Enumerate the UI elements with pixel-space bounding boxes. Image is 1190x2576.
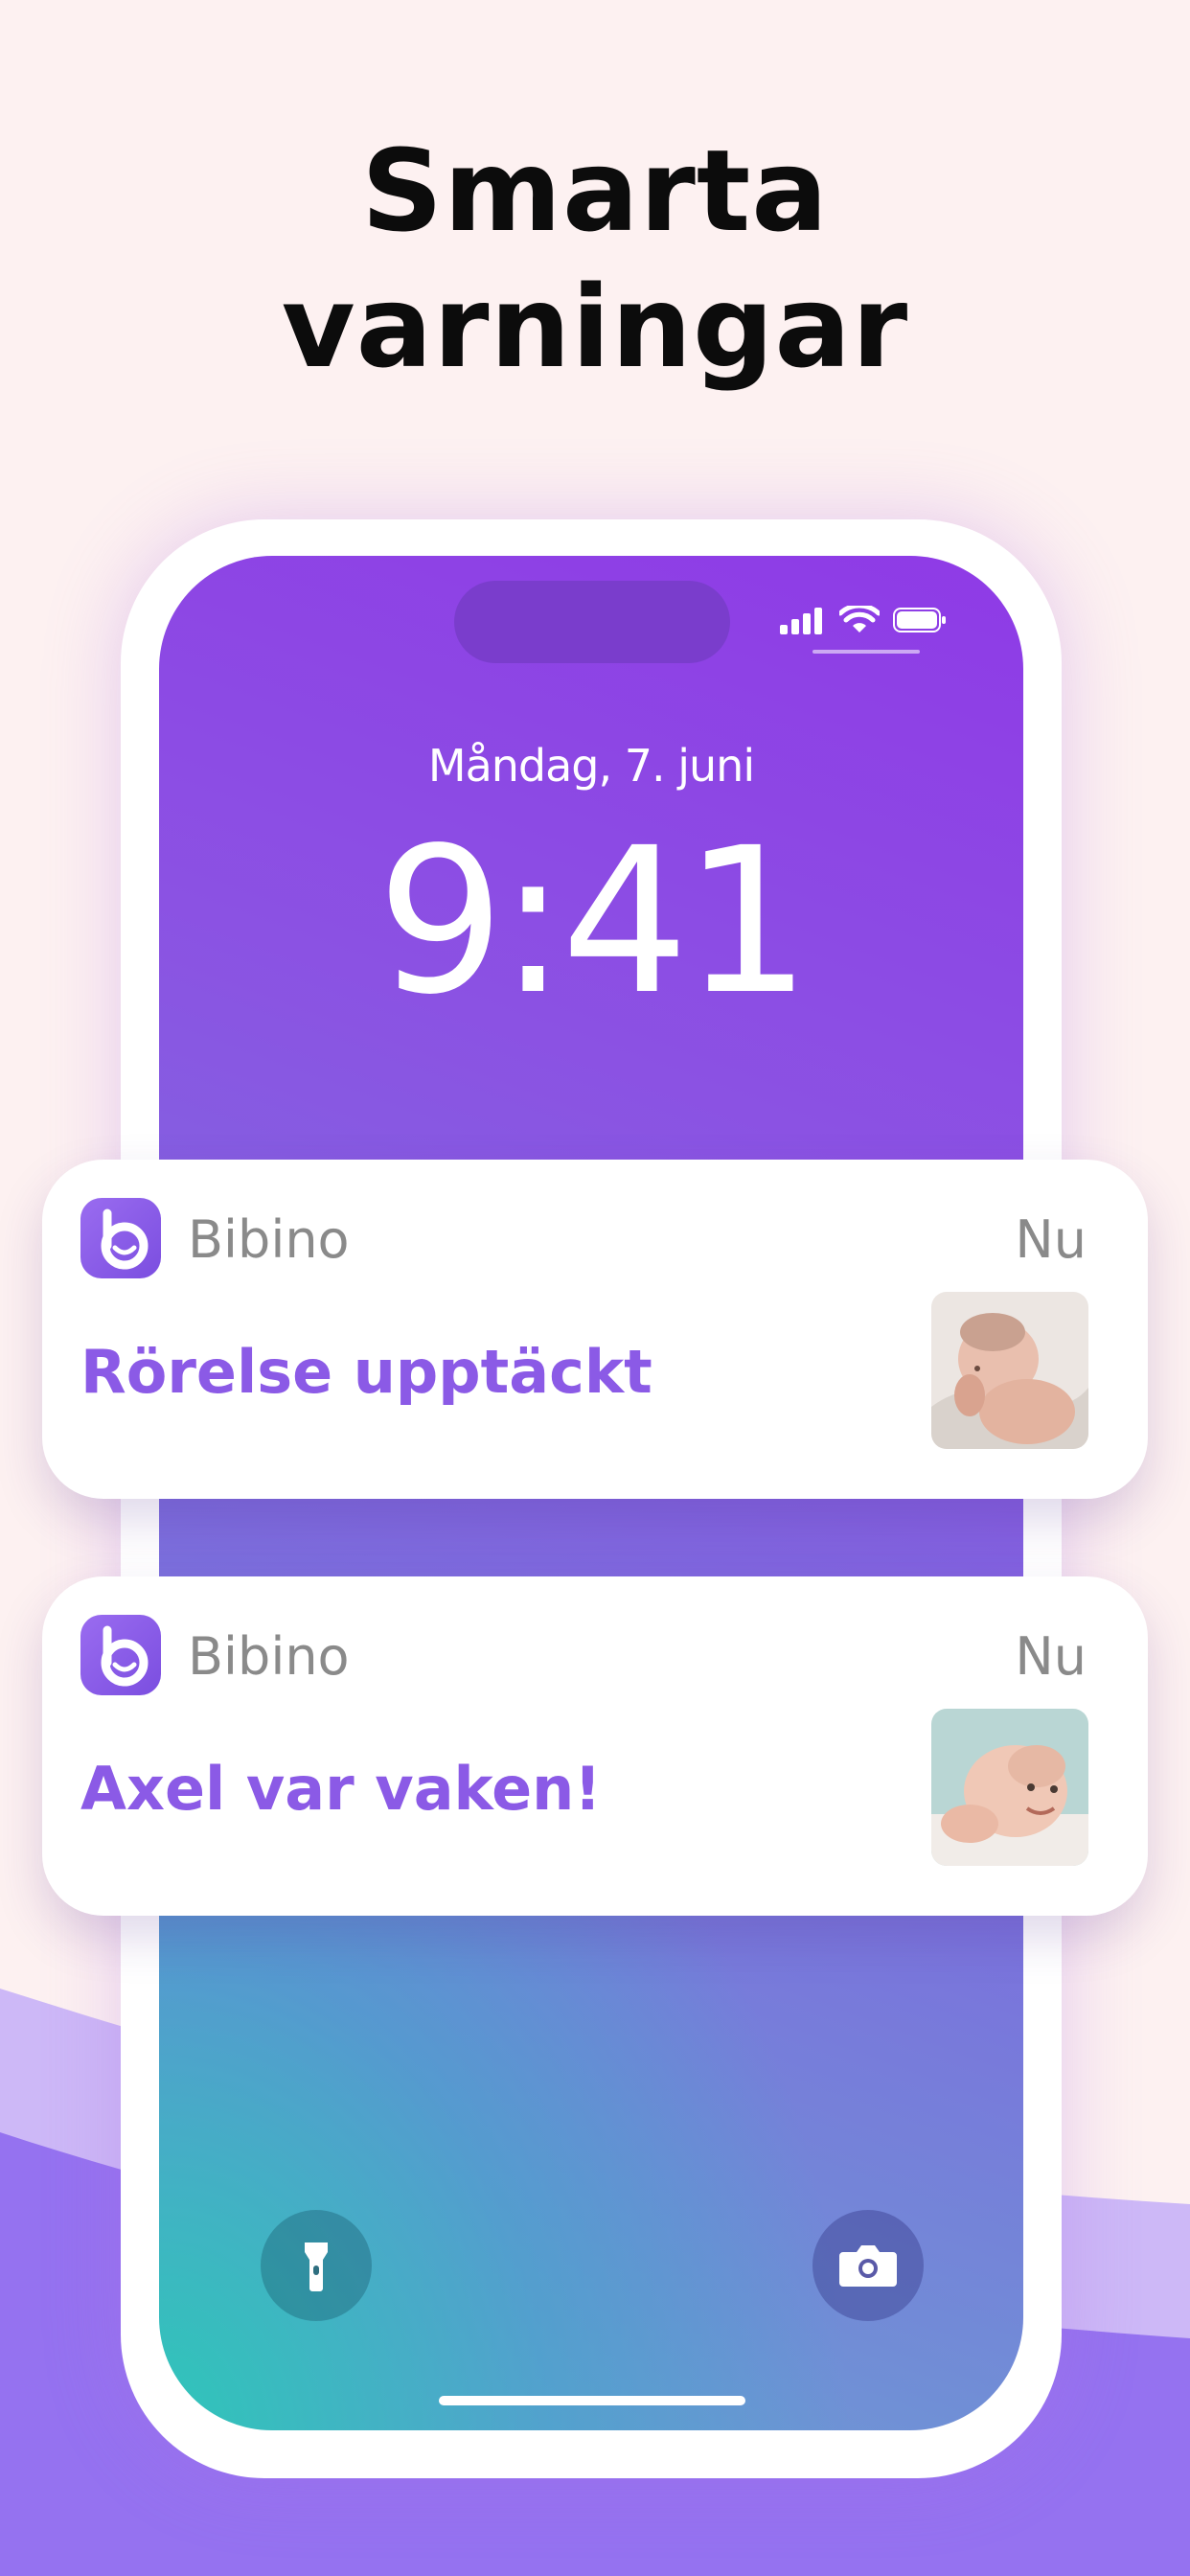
baby-photo-thumbnail	[931, 1292, 1088, 1449]
battery-icon	[893, 608, 946, 632]
wifi-icon	[839, 606, 880, 632]
notification-message: Rörelse upptäckt	[80, 1337, 652, 1407]
notification-app-name: Bibino	[188, 1626, 350, 1687]
camera-icon	[839, 2245, 897, 2287]
bibino-app-icon	[80, 1198, 161, 1278]
lock-date: Måndag, 7. juni	[427, 740, 755, 792]
notification-time: Nu	[1015, 1626, 1087, 1687]
notification-card[interactable]: Bibino Nu Axel var vaken!	[42, 1576, 1148, 1916]
notification-app-name: Bibino	[188, 1209, 350, 1270]
notification-message: Axel var vaken!	[80, 1754, 602, 1824]
camera-button[interactable]	[812, 2210, 924, 2321]
baby-photo-thumbnail	[931, 1709, 1088, 1866]
notification-card[interactable]: Bibino Nu Rörelse upptäckt	[42, 1160, 1148, 1499]
flashlight-icon	[305, 2242, 328, 2291]
notification-time: Nu	[1015, 1209, 1087, 1270]
bibino-app-icon	[80, 1615, 161, 1695]
status-underline	[812, 650, 920, 654]
flashlight-button[interactable]	[261, 2210, 372, 2321]
headline-line-2: varningar	[281, 261, 909, 393]
lock-time: 9:41	[377, 804, 812, 1039]
home-indicator[interactable]	[439, 2396, 745, 2405]
headline-line-1: Smarta	[361, 125, 829, 257]
page-headline: Smarta varningar	[0, 123, 1190, 395]
dynamic-island	[454, 581, 730, 663]
signal-icon	[780, 608, 822, 634]
